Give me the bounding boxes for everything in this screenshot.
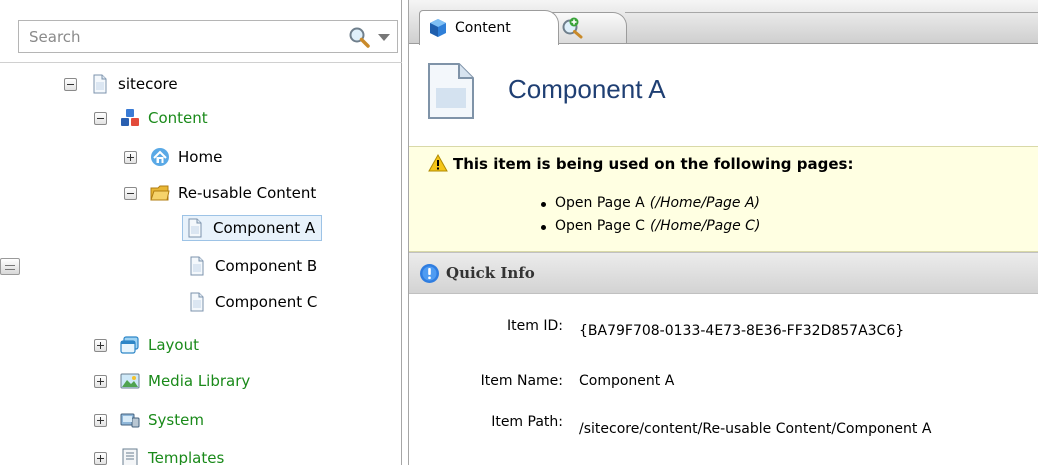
document-icon [188,218,202,238]
divider [0,62,402,63]
editor-pane: Content Component A This item is being u… [408,0,1038,465]
info-icon [420,263,439,283]
tab-content-label: Content [455,20,511,36]
item-id-label: Item ID: [507,318,563,334]
tree-label-layout: Layout [148,336,199,354]
tree-label-media-library: Media Library [148,372,251,390]
tree-node-system[interactable]: System [94,407,204,433]
tree-label-component-a: Component A [213,219,316,237]
search-icon[interactable] [348,26,370,48]
tree-node-home[interactable]: Home [124,144,222,170]
page-link-a[interactable]: Open Page A (/Home/Page A) [541,195,761,211]
tree-label-home: Home [178,148,223,166]
tree-node-content[interactable]: Content [94,105,208,131]
warning-title: This item is being used on the following… [453,155,854,173]
expand-icon[interactable] [124,150,137,164]
content-cubes-icon [121,109,139,126]
tree-node-component-a[interactable]: Component A [182,212,323,244]
tree-label-component-c: Component C [215,293,318,311]
page-link-path: (/Home/Page C) [649,218,761,234]
page-link-c[interactable]: Open Page C (/Home/Page C) [541,218,761,234]
collapse-icon[interactable] [64,77,77,91]
home-icon [151,148,169,166]
item-path-label: Item Path: [491,414,563,430]
content-cube-icon [430,19,446,37]
tree-node-reusable-content[interactable]: Re-usable Content [124,180,316,206]
layout-icon [120,336,139,354]
tab-strip-background [625,12,1038,43]
item-name-label: Item Name: [480,373,563,389]
document-icon [428,63,474,119]
expand-icon[interactable] [94,413,107,427]
tab-content[interactable]: Content [419,10,559,45]
gutter-handle[interactable] [0,258,20,275]
page-link-path: (/Home/Page A) [649,195,761,211]
bullet [541,202,546,207]
collapse-icon[interactable] [94,111,107,125]
item-header: Component A [409,44,1038,146]
tree-node-sitecore[interactable]: sitecore [64,71,178,97]
expand-icon[interactable] [94,451,107,465]
tab-strip: Content [409,0,1038,45]
search-input[interactable] [19,21,319,52]
item-path-value[interactable]: /sitecore/content/Re-usable Content/Comp… [579,421,931,437]
tree-label-templates: Templates [148,449,225,465]
folder-icon [150,185,170,201]
image-icon [120,373,140,389]
quick-info-label: Quick Info [446,264,535,282]
document-icon [93,74,107,94]
quick-info-section-header[interactable]: Quick Info [409,252,1038,294]
tree-label-content: Content [148,109,208,127]
item-name-value[interactable]: Component A [579,373,674,389]
selected-highlight[interactable]: Component A [182,215,323,241]
collapse-icon[interactable] [124,186,137,200]
tree-node-component-c[interactable]: Component C [187,289,317,315]
expand-icon[interactable] [94,374,107,388]
content-tree-pane: sitecore Content Home Re-usable Content [0,0,402,465]
search-box [18,20,398,53]
tree-label-system: System [148,411,204,429]
add-search-icon[interactable] [560,17,584,39]
add-tab-button[interactable] [547,12,627,43]
item-id-value[interactable]: {BA79F708-0133-4E73-8E36-FF32D857A3C6} [579,323,904,339]
expand-icon[interactable] [94,338,107,352]
chevron-down-icon[interactable] [378,34,390,41]
tree-node-templates[interactable]: Templates [94,445,224,465]
tree-node-media-library[interactable]: Media Library [94,368,250,394]
tree-node-component-b[interactable]: Component B [187,253,317,279]
page-link-name[interactable]: Open Page C [555,218,645,234]
system-icon [120,413,140,428]
document-icon [190,256,204,276]
tree-label-component-b: Component B [215,257,318,275]
usage-warning-panel: This item is being used on the following… [409,146,1038,252]
templates-icon [122,448,138,465]
tree-label-reusable-content: Re-usable Content [178,184,317,202]
bullet [541,225,546,230]
page-link-name[interactable]: Open Page A [555,195,645,211]
warning-icon [428,154,448,172]
item-title: Component A [508,74,666,104]
tree-node-layout[interactable]: Layout [94,332,199,358]
document-icon [190,292,204,312]
tree-label-sitecore: sitecore [118,75,178,93]
